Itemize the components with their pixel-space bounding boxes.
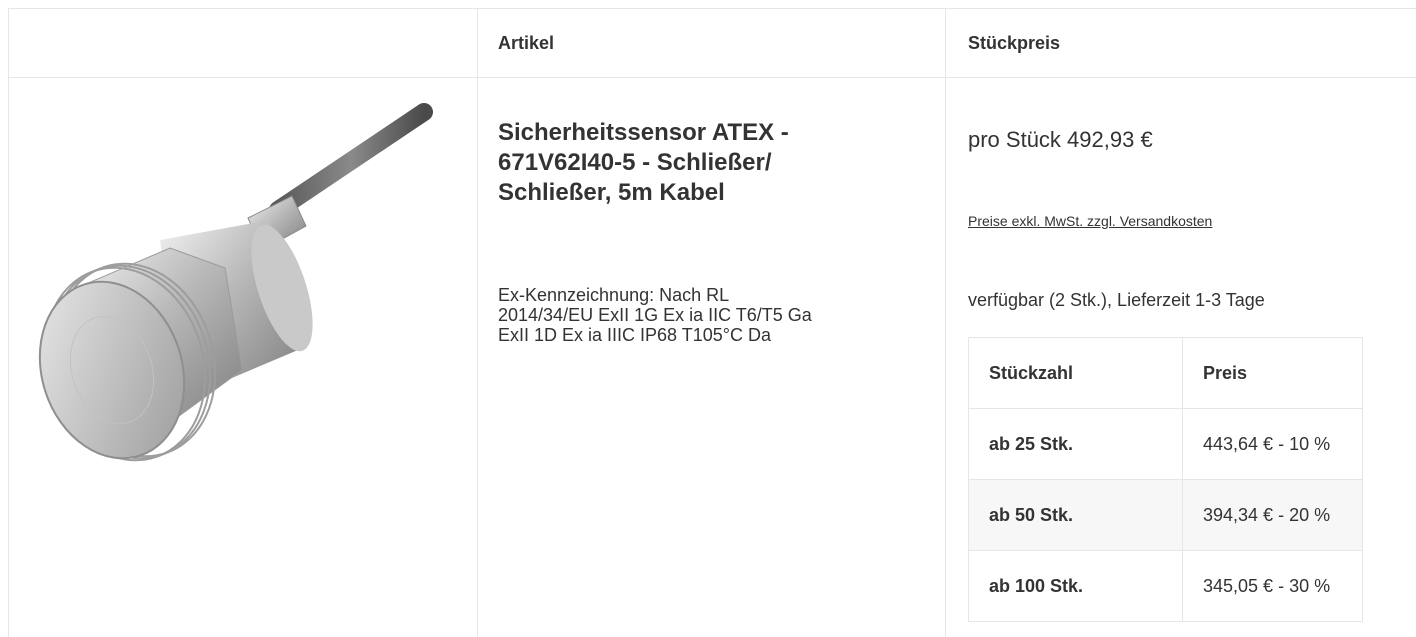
tier-price-table: Stückzahl Preis ab 25 Stk. 443,64 € - 10…	[968, 337, 1363, 622]
tier-row: ab 50 Stk. 394,34 € - 20 %	[968, 479, 1363, 551]
tier-qty: ab 25 Stk.	[968, 408, 1183, 480]
tier-price: 345,05 € - 30 %	[1182, 550, 1363, 622]
tier-header-qty: Stückzahl	[968, 337, 1183, 409]
price-note-link[interactable]: Preise exkl. MwSt. zzgl. Versandkosten	[968, 213, 1212, 229]
cylindrical-sensor-with-cable-icon	[38, 103, 433, 462]
tier-header-row: Stückzahl Preis	[968, 337, 1363, 409]
description-line: Ex-Kennzeichnung: Nach RL	[498, 285, 730, 305]
tier-row: ab 25 Stk. 443,64 € - 10 %	[968, 408, 1363, 480]
tier-header-price: Preis	[1182, 337, 1363, 409]
product-image[interactable]	[20, 100, 460, 480]
tier-row: ab 100 Stk. 345,05 € - 30 %	[968, 550, 1363, 622]
header-unit-price: Stückpreis	[968, 33, 1061, 53]
availability-text: verfügbar (2 Stk.), Lieferzeit 1-3 Tage	[968, 290, 1265, 310]
description-line: 2014/34/EU ExII 1G Ex ia IIC T6/T5 Ga	[498, 305, 812, 325]
column-divider	[945, 9, 946, 637]
product-title[interactable]: Sicherheitssensor ATEX - 671V62I40-5 - S…	[498, 118, 918, 208]
description-line: ExII 1D Ex ia IIIC IP68 T105°C Da	[498, 325, 771, 345]
unit-price: pro Stück 492,93 €	[968, 127, 1153, 152]
product-description: Ex-Kennzeichnung: Nach RL 2014/34/EU ExI…	[498, 285, 938, 345]
product-title-line: Sicherheitssensor ATEX -	[498, 119, 789, 146]
tier-qty: ab 50 Stk.	[968, 479, 1183, 551]
table-header-row	[9, 9, 1416, 78]
column-divider	[477, 9, 478, 637]
tier-qty: ab 100 Stk.	[968, 550, 1183, 622]
product-title-line: 671V62I40-5 - Schließer/	[498, 149, 772, 176]
tier-price: 443,64 € - 10 %	[1182, 408, 1363, 480]
product-title-line: Schließer, 5m Kabel	[498, 179, 725, 206]
tier-price: 394,34 € - 20 %	[1182, 479, 1363, 551]
header-article: Artikel	[498, 33, 555, 53]
